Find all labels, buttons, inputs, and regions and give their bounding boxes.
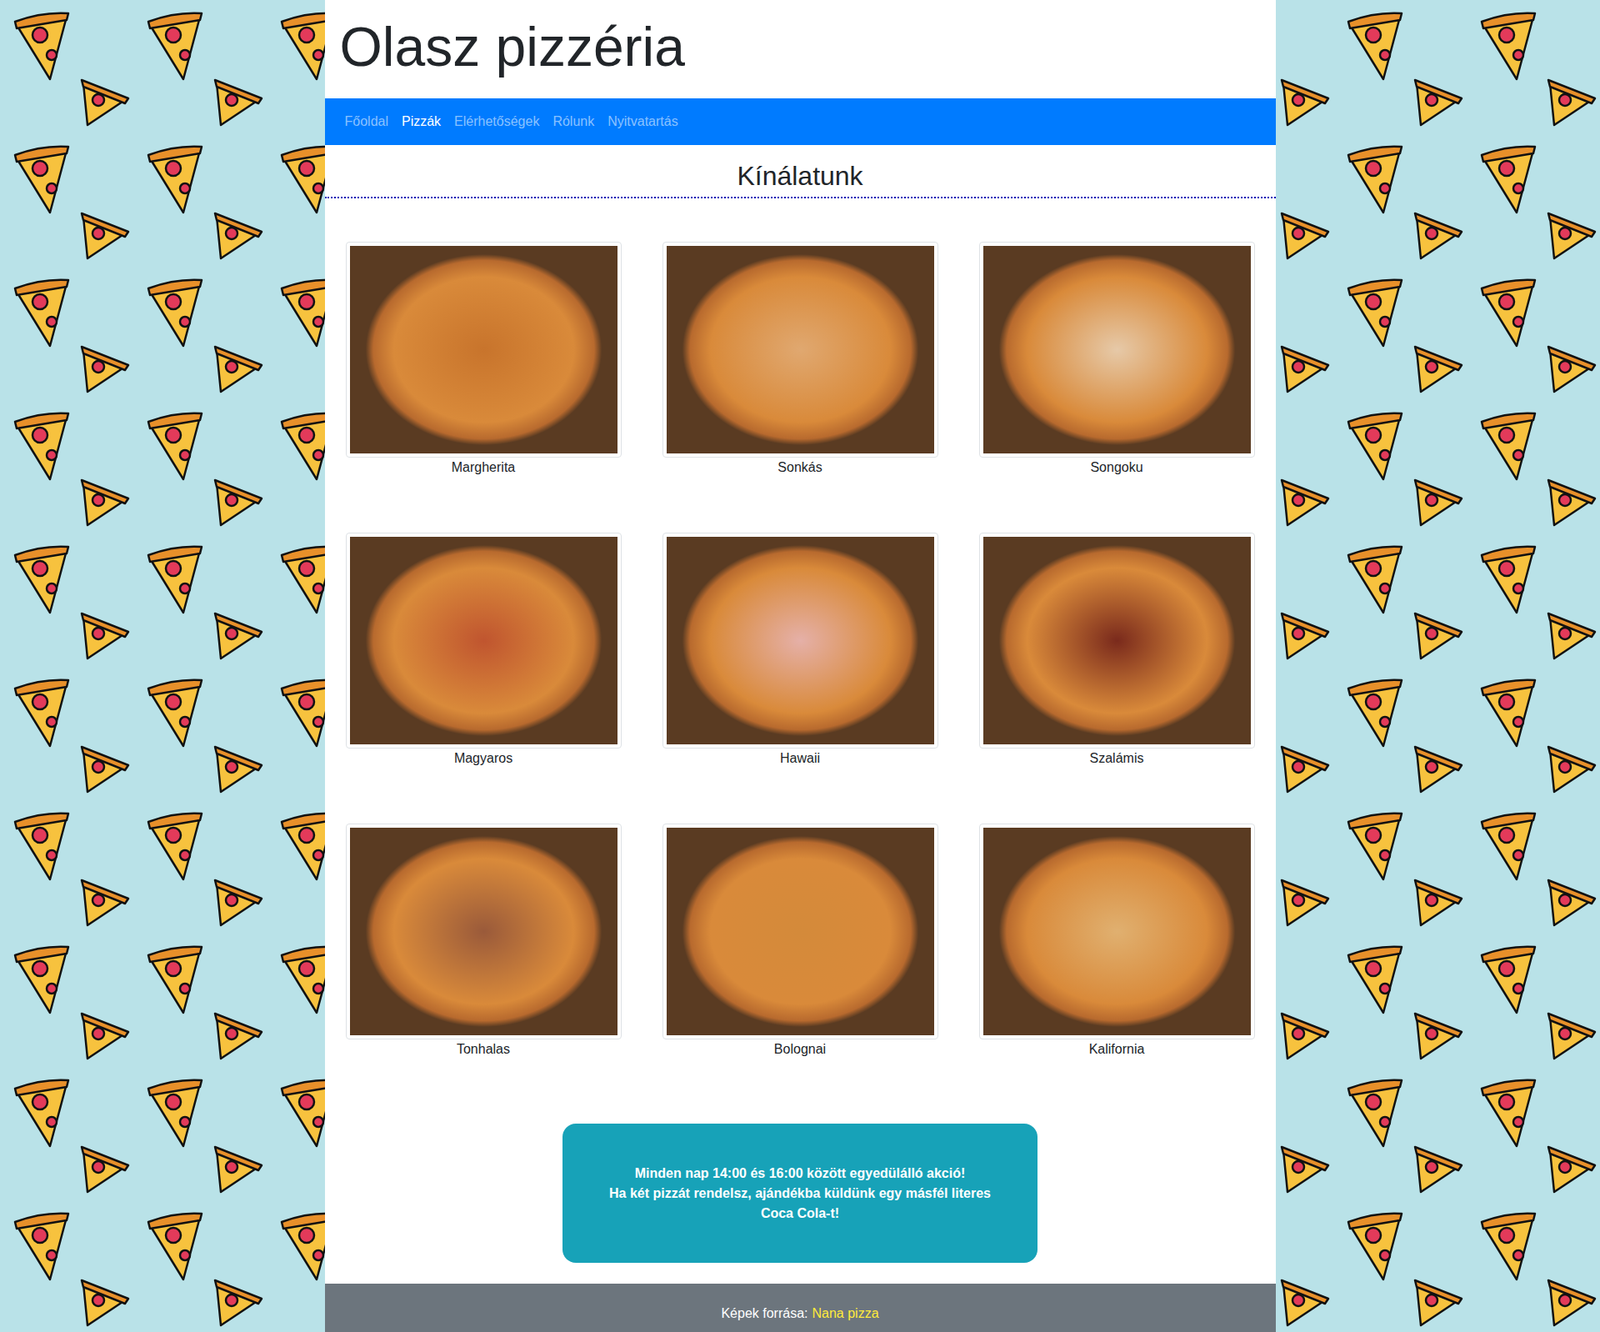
pizza-photo [983, 245, 1251, 454]
pizza-photo [666, 536, 935, 745]
pizza-thumbnail [662, 532, 939, 749]
pizza-photo [983, 827, 1251, 1035]
pizza-thumbnail [979, 532, 1255, 749]
page: Olasz pizzéria FőoldalPizzákElérhetőségek… [325, 0, 1276, 1332]
pizza-thumbnail [662, 823, 939, 1040]
pizza-name: Bolognai [774, 1039, 826, 1060]
promo-line: Minden nap 14:00 és 16:00 között egyedül… [604, 1163, 996, 1184]
footer: Képek forrása:Nana pizza [325, 1283, 1276, 1332]
nav-link[interactable]: Főoldal [338, 107, 395, 136]
section-title: Kínálatunk [325, 145, 1276, 199]
site-title: Olasz pizzéria [340, 11, 1261, 84]
pizza-photo [350, 827, 618, 1035]
pizza-card: Magyaros [345, 532, 622, 769]
nav-link[interactable]: Nyitvatartás [600, 107, 685, 136]
pizza-thumbnail [979, 823, 1255, 1040]
navbar: FőoldalPizzákElérhetőségekRólunkNyitvata… [325, 98, 1276, 145]
header: Olasz pizzéria [325, 0, 1276, 99]
nav-link[interactable]: Rólunk [545, 107, 601, 136]
pizza-thumbnail [979, 241, 1255, 458]
promo-line: Ha két pizzát rendelsz, ajándékba küldün… [604, 1183, 996, 1224]
pizza-card: Szalámis [979, 532, 1255, 769]
promo-box: Minden nap 14:00 és 16:00 között egyedül… [562, 1123, 1038, 1263]
pizza-name: Magyaros [454, 748, 513, 769]
pizza-thumbnail [345, 241, 622, 458]
pizza-photo [666, 827, 935, 1035]
pizza-name: Margherita [451, 457, 515, 478]
pizza-name: Sonkás [777, 457, 822, 478]
pizza-thumbnail [345, 532, 622, 749]
pizza-photo [666, 245, 935, 454]
pizza-name: Tonhalas [456, 1039, 510, 1060]
nav-link[interactable]: Pizzák [395, 107, 448, 136]
pizza-thumbnail [345, 823, 622, 1040]
pizza-photo [350, 245, 618, 454]
pizza-name: Kalifornia [1089, 1039, 1145, 1060]
pizza-thumbnail [662, 241, 939, 458]
pizza-card: Bolognai [662, 823, 939, 1060]
pizza-card: Hawaii [662, 532, 939, 769]
footer-link[interactable]: Nana pizza [812, 1305, 880, 1321]
pizza-name: Szalámis [1090, 748, 1145, 769]
pizza-name: Songoku [1090, 457, 1143, 478]
pizza-card: Kalifornia [979, 823, 1255, 1060]
pizza-photo [350, 536, 618, 745]
pizza-card: Songoku [979, 241, 1255, 478]
pizza-card: Margherita [345, 241, 622, 478]
pizza-card: Tonhalas [345, 823, 622, 1060]
nav-link[interactable]: Elérhetőségek [447, 107, 546, 136]
pizza-grid: Margherita Sonkás Songoku Magyaros Hawaii Sza… [325, 198, 1276, 1060]
footer-label: Képek forrása: [720, 1305, 808, 1321]
pizza-card: Sonkás [662, 241, 939, 478]
pizza-name: Hawaii [780, 748, 820, 769]
pizza-photo [983, 536, 1251, 745]
